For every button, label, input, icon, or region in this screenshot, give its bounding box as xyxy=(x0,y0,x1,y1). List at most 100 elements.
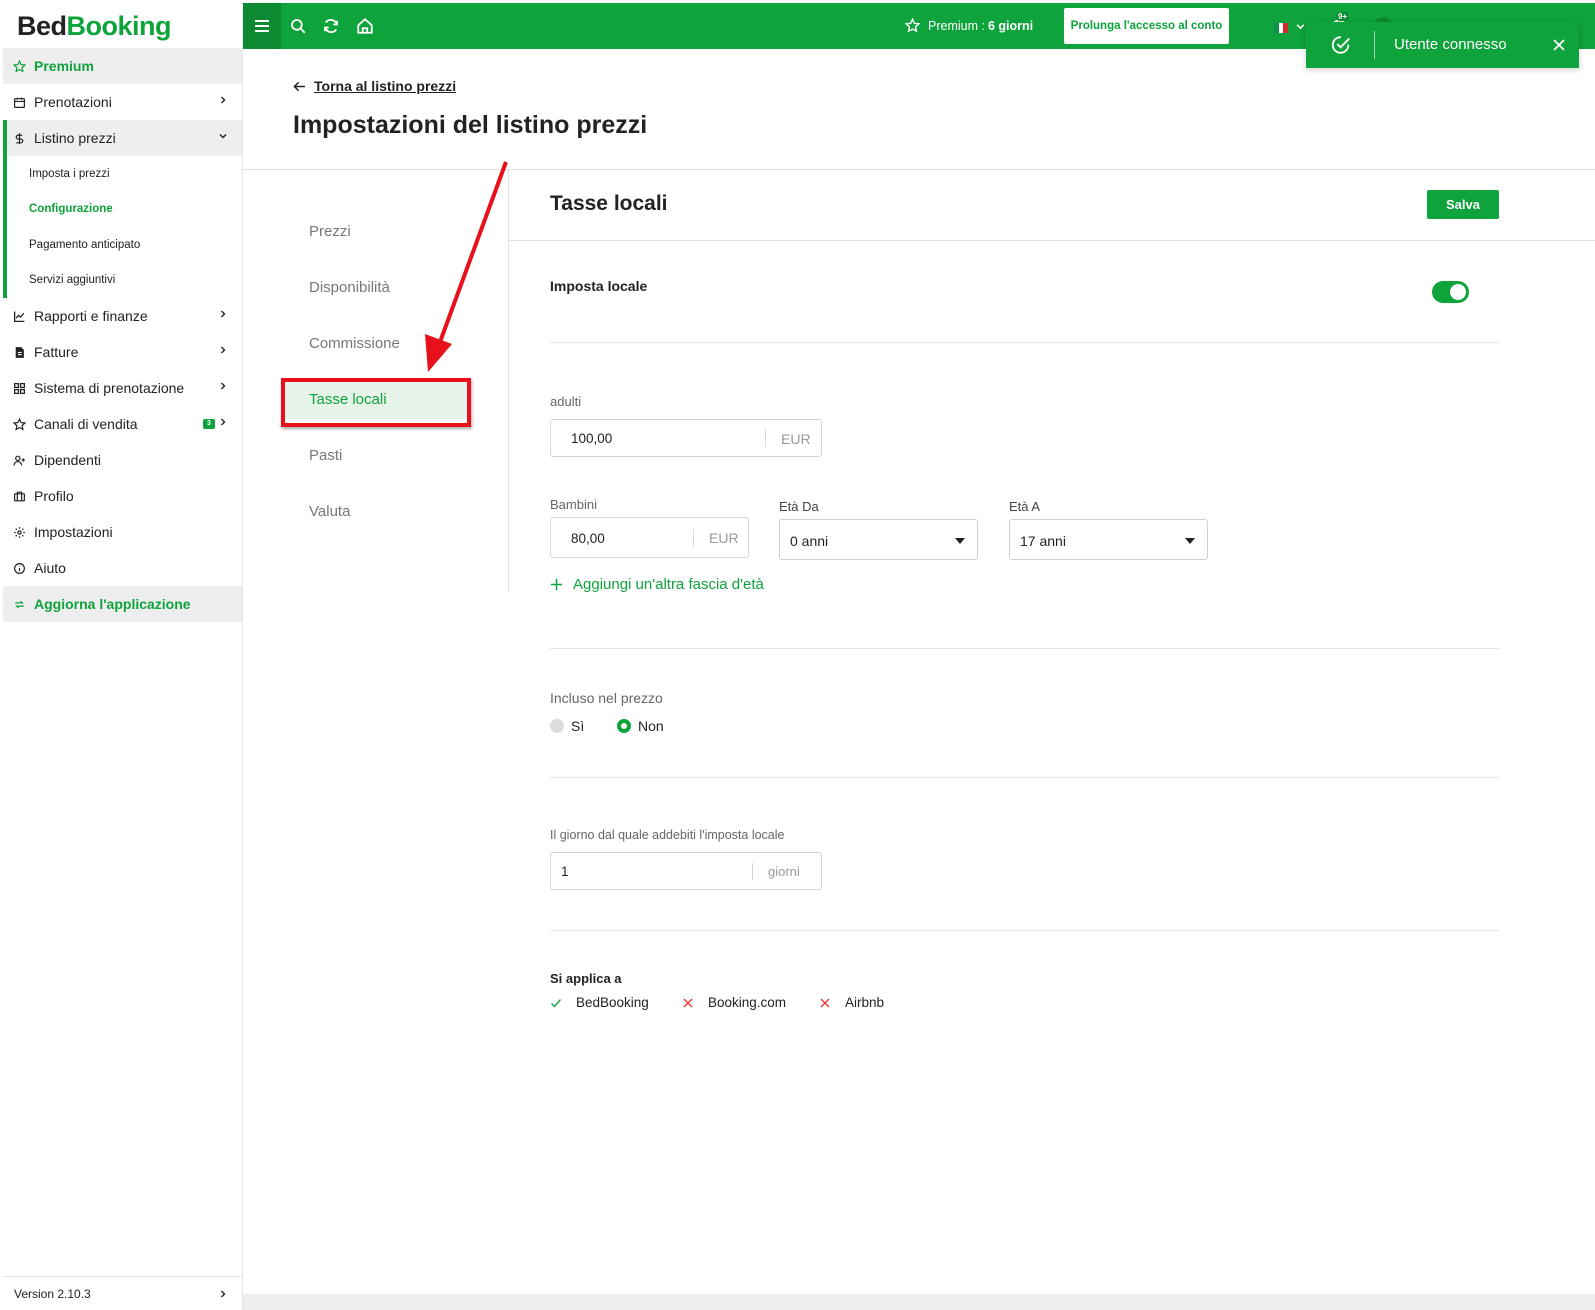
save-button[interactable]: Salva xyxy=(1427,190,1499,219)
chevron-right-icon xyxy=(221,418,226,426)
settings-tab-prezzi[interactable]: Prezzi xyxy=(283,211,468,251)
toast-notification: Utente connesso xyxy=(1306,22,1579,68)
currency-unit: EUR xyxy=(709,530,739,546)
channel-booking-com: Booking.com xyxy=(682,995,786,1010)
brand-logo[interactable]: BedBooking xyxy=(3,3,242,48)
hamburger-icon xyxy=(255,20,269,32)
children-tax-input[interactable]: 80,00 EUR xyxy=(550,517,749,558)
included-label: Incluso nel prezzo xyxy=(550,690,663,706)
plus-icon xyxy=(550,578,563,591)
sidebar-item-label: Sistema di prenotazione xyxy=(34,380,185,396)
grid-icon xyxy=(12,381,26,395)
add-age-range-label: Aggiungi un'altra fascia d'età xyxy=(573,576,764,593)
calendar-icon xyxy=(12,95,26,109)
menu-toggle-button[interactable] xyxy=(243,3,281,49)
invoice-icon xyxy=(12,345,26,359)
toggle-knob xyxy=(1450,284,1466,300)
brand-logo-part2: Booking xyxy=(66,11,172,41)
adults-tax-value: 100,00 xyxy=(571,431,613,446)
included-yes-radio[interactable]: Sì xyxy=(550,718,584,734)
settings-tab-disponibilita[interactable]: Disponibilità xyxy=(283,267,468,307)
notification-badge: 9+ xyxy=(1336,12,1350,21)
dollar-icon xyxy=(12,131,26,145)
check-circle-icon xyxy=(1331,36,1350,54)
unit-separator xyxy=(752,863,753,880)
star-icon xyxy=(12,417,26,431)
channel-name: Booking.com xyxy=(708,995,787,1010)
refresh-button[interactable] xyxy=(321,16,341,36)
row-divider xyxy=(550,648,1499,649)
chevron-down-icon[interactable] xyxy=(1295,21,1306,32)
adults-label: adulti xyxy=(550,394,582,409)
sidebar-item-profilo[interactable]: Profilo xyxy=(3,478,242,514)
age-from-select[interactable]: 0 anni xyxy=(779,519,978,560)
start-day-input[interactable]: 1 giorni xyxy=(550,852,822,890)
row-divider xyxy=(550,930,1499,931)
settings-tab-valuta[interactable]: Valuta xyxy=(283,491,468,531)
arrow-left-icon xyxy=(293,81,306,91)
app-version[interactable]: Version 2.10.3 xyxy=(3,1276,242,1310)
sidebar-item-impostazioni[interactable]: Impostazioni xyxy=(3,514,242,550)
gear-icon xyxy=(12,525,26,539)
sidebar-subitem-imposta-prezzi[interactable]: Imposta i prezzi xyxy=(7,156,242,192)
close-icon[interactable] xyxy=(1552,38,1566,52)
unit-separator xyxy=(693,529,694,546)
caret-down-icon xyxy=(955,538,965,544)
age-to-select[interactable]: 17 anni xyxy=(1009,519,1208,560)
sidebar-item-dipendenti[interactable]: Dipendenti xyxy=(3,442,242,478)
search-button[interactable] xyxy=(288,16,308,36)
premium-status: Premium : 6 giorni xyxy=(905,18,1033,33)
sidebar-item-canali-vendita[interactable]: Canali di vendita 3 xyxy=(3,406,242,442)
sidebar-subitem-servizi-aggiuntivi[interactable]: Servizi aggiuntivi xyxy=(7,263,242,299)
sidebar-item-premium[interactable]: Premium xyxy=(3,48,242,84)
age-to-label: Età A xyxy=(1009,499,1041,514)
sidebar-item-label: Impostazioni xyxy=(34,524,113,540)
extend-access-button[interactable]: Prolunga l'accesso al conto xyxy=(1064,8,1229,44)
content-divider xyxy=(509,240,1595,241)
chevron-down-icon xyxy=(219,134,227,139)
home-button[interactable] xyxy=(355,16,375,36)
settings-tab-commissione[interactable]: Commissione xyxy=(283,323,468,363)
currency-unit: EUR xyxy=(781,431,811,447)
add-age-range-link[interactable]: Aggiungi un'altra fascia d'età xyxy=(550,576,764,593)
sidebar-item-rapporti[interactable]: Rapporti e finanze xyxy=(3,298,242,334)
back-link-label: Torna al listino prezzi xyxy=(314,78,457,94)
included-yes-label: Sì xyxy=(571,718,585,734)
included-no-label: Non xyxy=(638,718,664,734)
sidebar-subitem-pagamento-anticipato[interactable]: Pagamento anticipato xyxy=(7,227,242,263)
sidebar-item-sistema-prenotazione[interactable]: Sistema di prenotazione xyxy=(3,370,242,406)
italy-flag-icon[interactable] xyxy=(1274,23,1289,33)
adults-tax-input[interactable]: 100,00 EUR xyxy=(550,419,822,457)
channels-count-badge: 3 xyxy=(203,419,215,429)
info-icon xyxy=(12,561,26,575)
sidebar-item-prenotazioni[interactable]: Prenotazioni xyxy=(3,84,242,120)
included-no-radio[interactable]: Non xyxy=(617,718,664,734)
chevron-right-icon xyxy=(221,382,226,390)
chart-icon xyxy=(12,309,26,323)
unit-separator xyxy=(765,430,766,447)
row-divider xyxy=(550,777,1499,778)
sidebar-group-listino: Listino prezzi Imposta i prezzi Configur… xyxy=(3,120,242,298)
app-root: BedBooking Premium Prenotazioni Listino … xyxy=(0,0,1595,1310)
radio-unchecked-icon xyxy=(550,719,564,733)
sidebar-item-label: Rapporti e finanze xyxy=(34,308,148,324)
sidebar-item-aggiorna[interactable]: Aggiorna l'applicazione xyxy=(3,586,242,622)
start-day-value: 1 xyxy=(561,864,569,879)
sidebar-item-label: Dipendenti xyxy=(34,452,101,468)
sidebar-subitem-configurazione[interactable]: Configurazione xyxy=(7,192,242,228)
sidebar-item-listino-prezzi[interactable]: Listino prezzi xyxy=(7,120,242,156)
local-tax-label: Imposta locale xyxy=(550,278,648,294)
settings-tab-tasse-locali[interactable]: Tasse locali xyxy=(283,379,468,419)
version-label: Version 2.10.3 xyxy=(14,1286,91,1301)
sidebar-item-label: Profilo xyxy=(34,488,74,504)
chevron-right-icon xyxy=(221,1290,226,1298)
channel-bedbooking: BedBooking xyxy=(550,995,649,1010)
premium-label: Premium : xyxy=(928,18,985,33)
local-tax-toggle[interactable] xyxy=(1432,281,1469,303)
radio-checked-icon xyxy=(617,719,631,733)
back-link[interactable]: Torna al listino prezzi xyxy=(293,78,456,94)
sidebar-item-aiuto[interactable]: Aiuto xyxy=(3,550,242,586)
toast-separator xyxy=(1374,31,1375,59)
settings-tab-pasti[interactable]: Pasti xyxy=(283,435,468,475)
sidebar-item-fatture[interactable]: Fatture xyxy=(3,334,242,370)
